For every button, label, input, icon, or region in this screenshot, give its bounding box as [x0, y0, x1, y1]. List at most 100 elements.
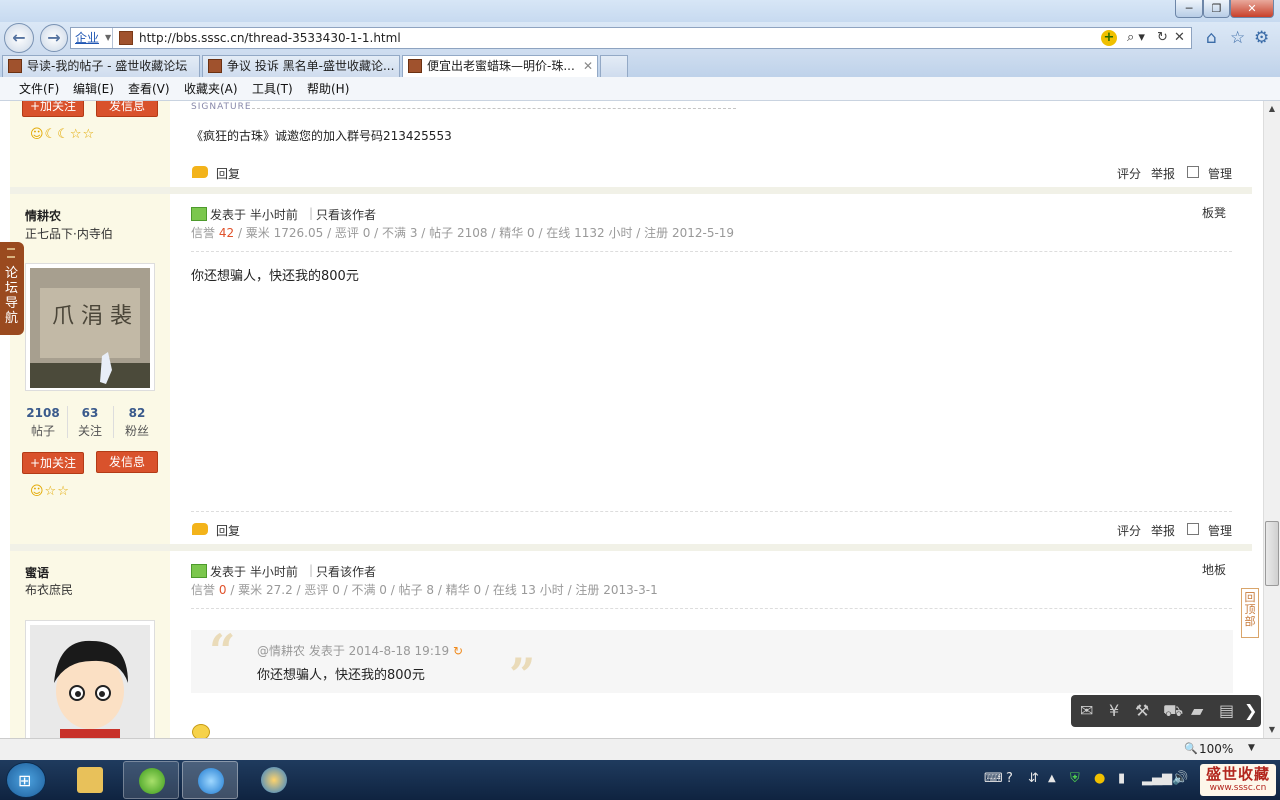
- taskbar-explorer[interactable]: [62, 761, 118, 799]
- chevron-down-icon[interactable]: ▼: [1248, 743, 1255, 753]
- favorites-star-icon[interactable]: ☆: [1230, 28, 1245, 48]
- stack-icon[interactable]: ▰: [1191, 701, 1203, 721]
- tab-complaints[interactable]: 争议 投诉 黑名单-盛世收藏论...: [202, 55, 400, 77]
- avatar[interactable]: 爪 涓 裴: [25, 263, 155, 391]
- scroll-up-arrow-icon[interactable]: ▲: [1264, 101, 1280, 117]
- post-divider: [191, 511, 1232, 512]
- open-quote-icon: “: [209, 624, 236, 678]
- forum-navigation-tab[interactable]: 论坛导航: [0, 242, 24, 335]
- menu-edit[interactable]: 编辑(E): [73, 77, 114, 101]
- zoom-level[interactable]: 100%: [1199, 742, 1233, 756]
- scroll-thumb[interactable]: [1265, 521, 1279, 586]
- only-author-link[interactable]: 只看该作者: [316, 206, 376, 223]
- reply-link[interactable]: 回复: [216, 522, 240, 539]
- forward-button[interactable]: →: [40, 24, 68, 52]
- rate-link[interactable]: 评分: [1117, 522, 1141, 539]
- tab-active-thread[interactable]: 便宜出老蜜蜡珠—明价-珠... ✕: [402, 55, 598, 77]
- stat-fans[interactable]: 82 粉丝: [114, 406, 160, 439]
- message-button[interactable]: 发信息: [96, 451, 158, 473]
- compatibility-view-icon[interactable]: +: [1101, 30, 1117, 46]
- search-icon[interactable]: ⌕ ▾: [1127, 28, 1145, 48]
- back-to-top-button[interactable]: 回顶部: [1241, 588, 1259, 638]
- manage-checkbox[interactable]: [1187, 166, 1199, 178]
- mail-icon[interactable]: ✉: [1080, 701, 1093, 721]
- network-signal-icon[interactable]: ▂▄▆: [1142, 771, 1172, 787]
- tab-label: 争议 投诉 黑名单-盛世收藏论...: [227, 59, 395, 73]
- quote-block: “ @情耕农 发表于 2014-8-18 19:19 ↻ 你还想骗人，快还我的8…: [191, 624, 1233, 702]
- report-link[interactable]: 举报: [1151, 165, 1175, 182]
- user-icon: [191, 207, 207, 221]
- tab-label: 便宜出老蜜蜡珠—明价-珠...: [427, 59, 575, 73]
- scroll-down-arrow-icon[interactable]: ▼: [1264, 722, 1280, 738]
- vertical-scrollbar[interactable]: ▲ ▼: [1263, 101, 1280, 738]
- follow-button[interactable]: +加关注: [22, 101, 84, 117]
- taskbar-browser-green[interactable]: [123, 761, 179, 799]
- stat-following[interactable]: 63 关注: [67, 406, 113, 439]
- close-tab-icon[interactable]: ✕: [583, 56, 593, 76]
- gear-icon[interactable]: ⚙: [1254, 28, 1269, 48]
- brand-logo: 盛世收藏 www.sssc.cn: [1200, 764, 1276, 796]
- new-tab-button[interactable]: [600, 55, 628, 77]
- address-bar[interactable]: 企业 ▼ http://bbs.sssc.cn/thread-3533430-1…: [70, 27, 1192, 49]
- jump-to-post-icon[interactable]: ↻: [453, 644, 463, 658]
- reply-link[interactable]: 回复: [216, 165, 240, 182]
- yuan-icon[interactable]: ¥: [1109, 701, 1119, 721]
- taskbar-internet-explorer[interactable]: [182, 761, 238, 799]
- refresh-icon[interactable]: ↻: [1157, 28, 1168, 48]
- floor-label[interactable]: 板凳: [1202, 204, 1226, 221]
- menu-tools[interactable]: 工具(T): [252, 77, 293, 101]
- minimize-button[interactable]: ─: [1175, 0, 1203, 18]
- tab-label: 导读-我的帖子 - 盛世收藏论坛: [27, 59, 188, 73]
- signature-text: 《疯狂的古珠》诚邀您的加入群号码213425553: [191, 129, 452, 143]
- chevron-down-icon[interactable]: ▼: [105, 28, 111, 48]
- quote-header: @情耕农 发表于 2014-8-18 19:19 ↻: [257, 644, 464, 658]
- menu-file[interactable]: 文件(F): [19, 77, 59, 101]
- stop-icon[interactable]: ✕: [1174, 28, 1185, 48]
- menu-help[interactable]: 帮助(H): [307, 77, 349, 101]
- emoticon-icon: [192, 724, 210, 738]
- page-content: +加关注 发信息 ☺☾☾☆☆ SIGNATURE 《疯狂的古珠》诚邀您的加入群号…: [0, 101, 1263, 738]
- menu-view[interactable]: 查看(V): [128, 77, 170, 101]
- avatar[interactable]: [25, 620, 155, 738]
- document-icon[interactable]: ▤: [1219, 701, 1234, 721]
- home-icon[interactable]: ⌂: [1206, 28, 1217, 48]
- start-button[interactable]: ⊞: [6, 762, 46, 798]
- volume-icon[interactable]: 🔊: [1172, 771, 1188, 787]
- security-shield-icon[interactable]: ⛨: [1070, 771, 1080, 787]
- close-window-button[interactable]: ✕: [1230, 0, 1274, 18]
- url-text[interactable]: http://bbs.sssc.cn/thread-3533430-1-1.ht…: [139, 28, 401, 48]
- stat-posts[interactable]: 2108 帖子: [20, 406, 66, 439]
- post-time: 发表于 半小时前: [210, 565, 298, 579]
- forum-nav-label: 论坛导航: [5, 266, 19, 326]
- rate-link[interactable]: 评分: [1117, 165, 1141, 182]
- username[interactable]: 情耕农: [25, 207, 61, 224]
- follow-button[interactable]: +加关注: [22, 452, 84, 474]
- post-divider: [191, 608, 1232, 609]
- taskbar-browser-blue[interactable]: [246, 761, 302, 799]
- show-hidden-icons-icon[interactable]: ▲: [1048, 771, 1056, 787]
- manage-checkbox[interactable]: [1187, 523, 1199, 535]
- collapse-arrow-icon[interactable]: ❯: [1244, 701, 1257, 721]
- only-author-link[interactable]: 只看该作者: [316, 563, 376, 580]
- maximize-button[interactable]: ❐: [1203, 0, 1230, 18]
- green-browser-icon: [139, 768, 165, 794]
- tab-my-posts[interactable]: 导读-我的帖子 - 盛世收藏论坛: [2, 55, 200, 77]
- message-button[interactable]: 发信息: [96, 101, 158, 117]
- menu-favorites[interactable]: 收藏夹(A): [184, 77, 238, 101]
- site-favicon-icon: [119, 31, 133, 45]
- username[interactable]: 蜜语: [25, 564, 49, 581]
- user-rank: 正七品下·内寺伯: [25, 227, 113, 241]
- menu-bar: 文件(F) 编辑(E) 查看(V) 收藏夹(A) 工具(T) 帮助(H): [0, 77, 1280, 101]
- cart-icon[interactable]: ⛟: [1163, 701, 1183, 721]
- input-method-icon[interactable]: ⇵: [1028, 771, 1039, 787]
- back-button[interactable]: ←: [4, 23, 34, 53]
- floor-label[interactable]: 地板: [1202, 561, 1226, 578]
- keyboard-icon[interactable]: ⌨: [984, 771, 1003, 787]
- messenger-icon[interactable]: ●: [1094, 771, 1105, 787]
- report-link[interactable]: 举报: [1151, 522, 1175, 539]
- zoom-icon[interactable]: 🔍: [1184, 742, 1198, 755]
- hammer-icon[interactable]: ⚒: [1135, 701, 1149, 721]
- user-meta: 信誉 42 / 粟米 1726.05 / 恶评 0 / 不满 3 / 帖子 21…: [191, 226, 735, 240]
- help-icon[interactable]: ?: [1006, 771, 1013, 787]
- device-icon[interactable]: ▮: [1118, 771, 1125, 787]
